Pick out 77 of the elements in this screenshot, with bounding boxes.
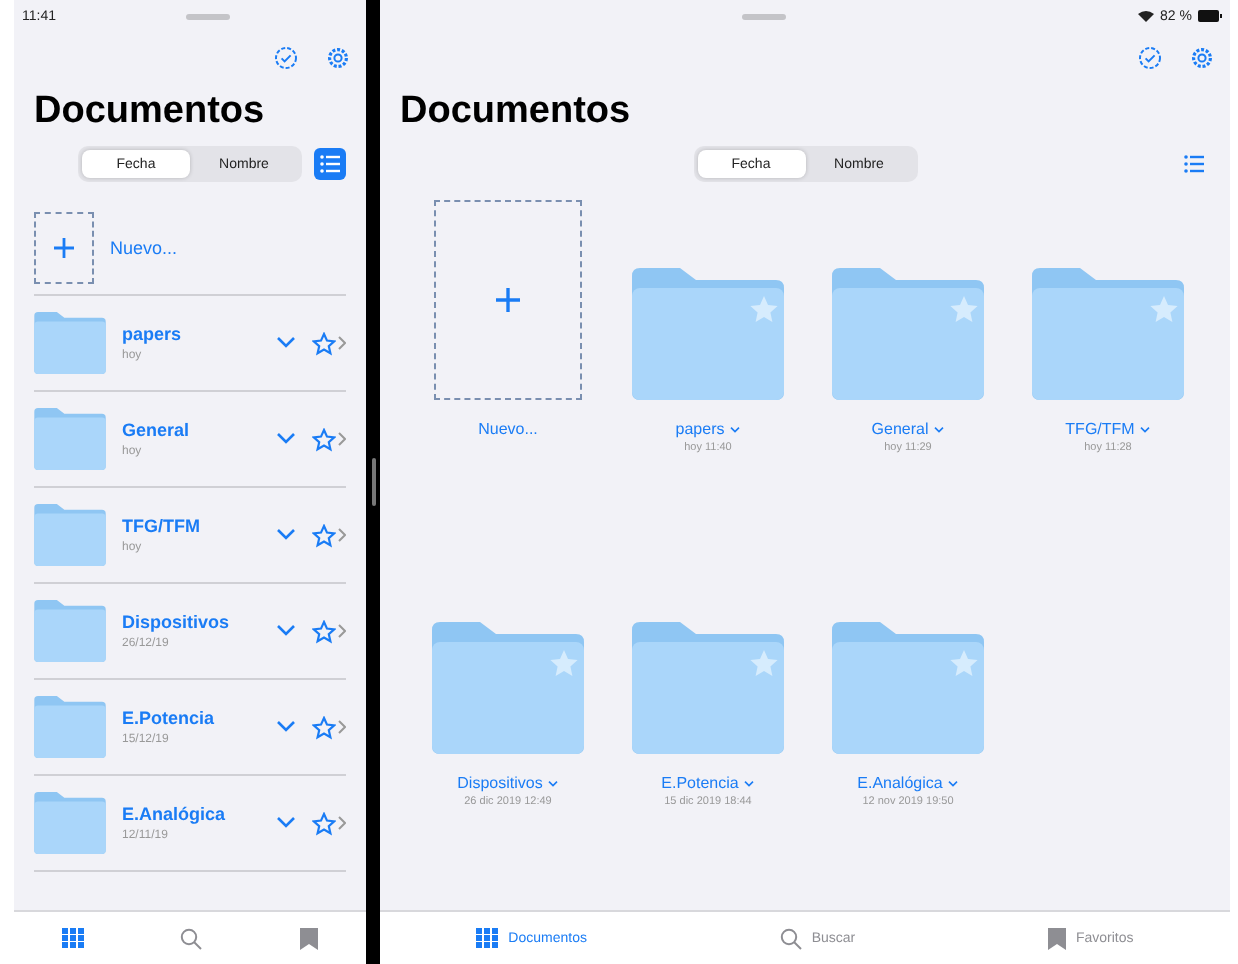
folder-name: Dispositivos [122,612,232,632]
chevron-down-icon[interactable] [730,425,741,433]
new-label[interactable]: Nuevo... [110,237,178,257]
folder-name: Dispositivos [457,774,543,792]
chevron-down-icon[interactable] [744,779,755,787]
tab-button[interactable] [299,927,318,949]
new-document-button[interactable] [434,200,582,400]
multitasking-handle[interactable] [741,13,786,19]
star-icon[interactable] [312,715,336,739]
folder-name: General [871,420,929,438]
folder-icon [34,696,106,758]
chevron-down-icon[interactable] [276,624,296,638]
folder-icon [34,600,106,662]
chevron-down-icon[interactable] [948,779,959,787]
chevron-down-icon[interactable] [934,425,945,433]
settings-icon[interactable] [326,46,350,70]
folder-icon [832,622,984,754]
folder-name: E.Potencia [122,708,217,728]
folder-icon [34,504,106,566]
folder-name: General [122,420,192,440]
folder-icon [632,622,784,754]
folder-icon [34,408,106,470]
star-icon[interactable] [312,427,336,451]
list-view-button[interactable] [314,148,346,180]
bookmark-icon [299,927,318,949]
check-circle-icon[interactable] [1138,46,1162,70]
plus-icon [496,288,520,312]
chevron-down-icon[interactable] [276,432,296,446]
folder-name: TFG/TFM [1065,420,1135,438]
folder-icon [832,268,984,400]
chevron-right-icon [338,432,346,446]
star-icon[interactable] [312,523,336,547]
folder-name: E.Analógica [857,774,943,792]
battery-icon [1198,10,1222,22]
search-icon [180,927,203,949]
folder-name: TFG/TFM [122,516,202,536]
star-icon[interactable] [312,619,336,643]
search-icon [779,927,802,949]
grid-icon [476,928,499,948]
star-icon[interactable] [312,331,336,355]
folder-name: E.Potencia [661,774,739,792]
star-icon[interactable] [312,811,336,835]
plus-icon [54,237,74,257]
chevron-down-icon[interactable] [548,779,559,787]
page-title: Documentos [398,88,633,136]
chevron-right-icon [338,720,346,734]
tab-button[interactable] [62,928,85,948]
list-icon [1184,154,1204,174]
bookmark-icon [1047,927,1066,949]
chevron-right-icon [338,816,346,830]
chevron-down-icon[interactable] [276,816,296,830]
grid-icon [62,928,85,948]
folder-icon [1032,268,1184,400]
chevron-down-icon[interactable] [276,336,296,350]
check-circle-icon[interactable] [274,46,298,70]
folder-name: papers [122,324,184,344]
chevron-right-icon [338,528,346,542]
new-label[interactable]: Nuevo... [478,420,538,438]
folder-name: E.Analógica [122,804,228,824]
chevron-down-icon[interactable] [1140,425,1151,433]
chevron-down-icon[interactable] [276,528,296,542]
folder-icon [34,792,106,854]
new-document-button[interactable] [34,211,94,283]
multitasking-handle[interactable] [185,13,229,19]
folder-icon [632,268,784,400]
tab-button[interactable] [180,927,203,949]
page-title: Documentos [32,88,267,136]
split-view-divider-handle[interactable] [371,458,375,506]
folder-name: papers [675,420,725,438]
folder-icon [432,622,584,754]
chevron-right-icon [338,624,346,638]
folder-icon [34,312,106,374]
chevron-right-icon [338,336,346,350]
chevron-down-icon[interactable] [276,720,296,734]
wifi-icon [1138,10,1155,22]
settings-icon[interactable] [1190,46,1214,70]
list-icon [320,154,340,174]
